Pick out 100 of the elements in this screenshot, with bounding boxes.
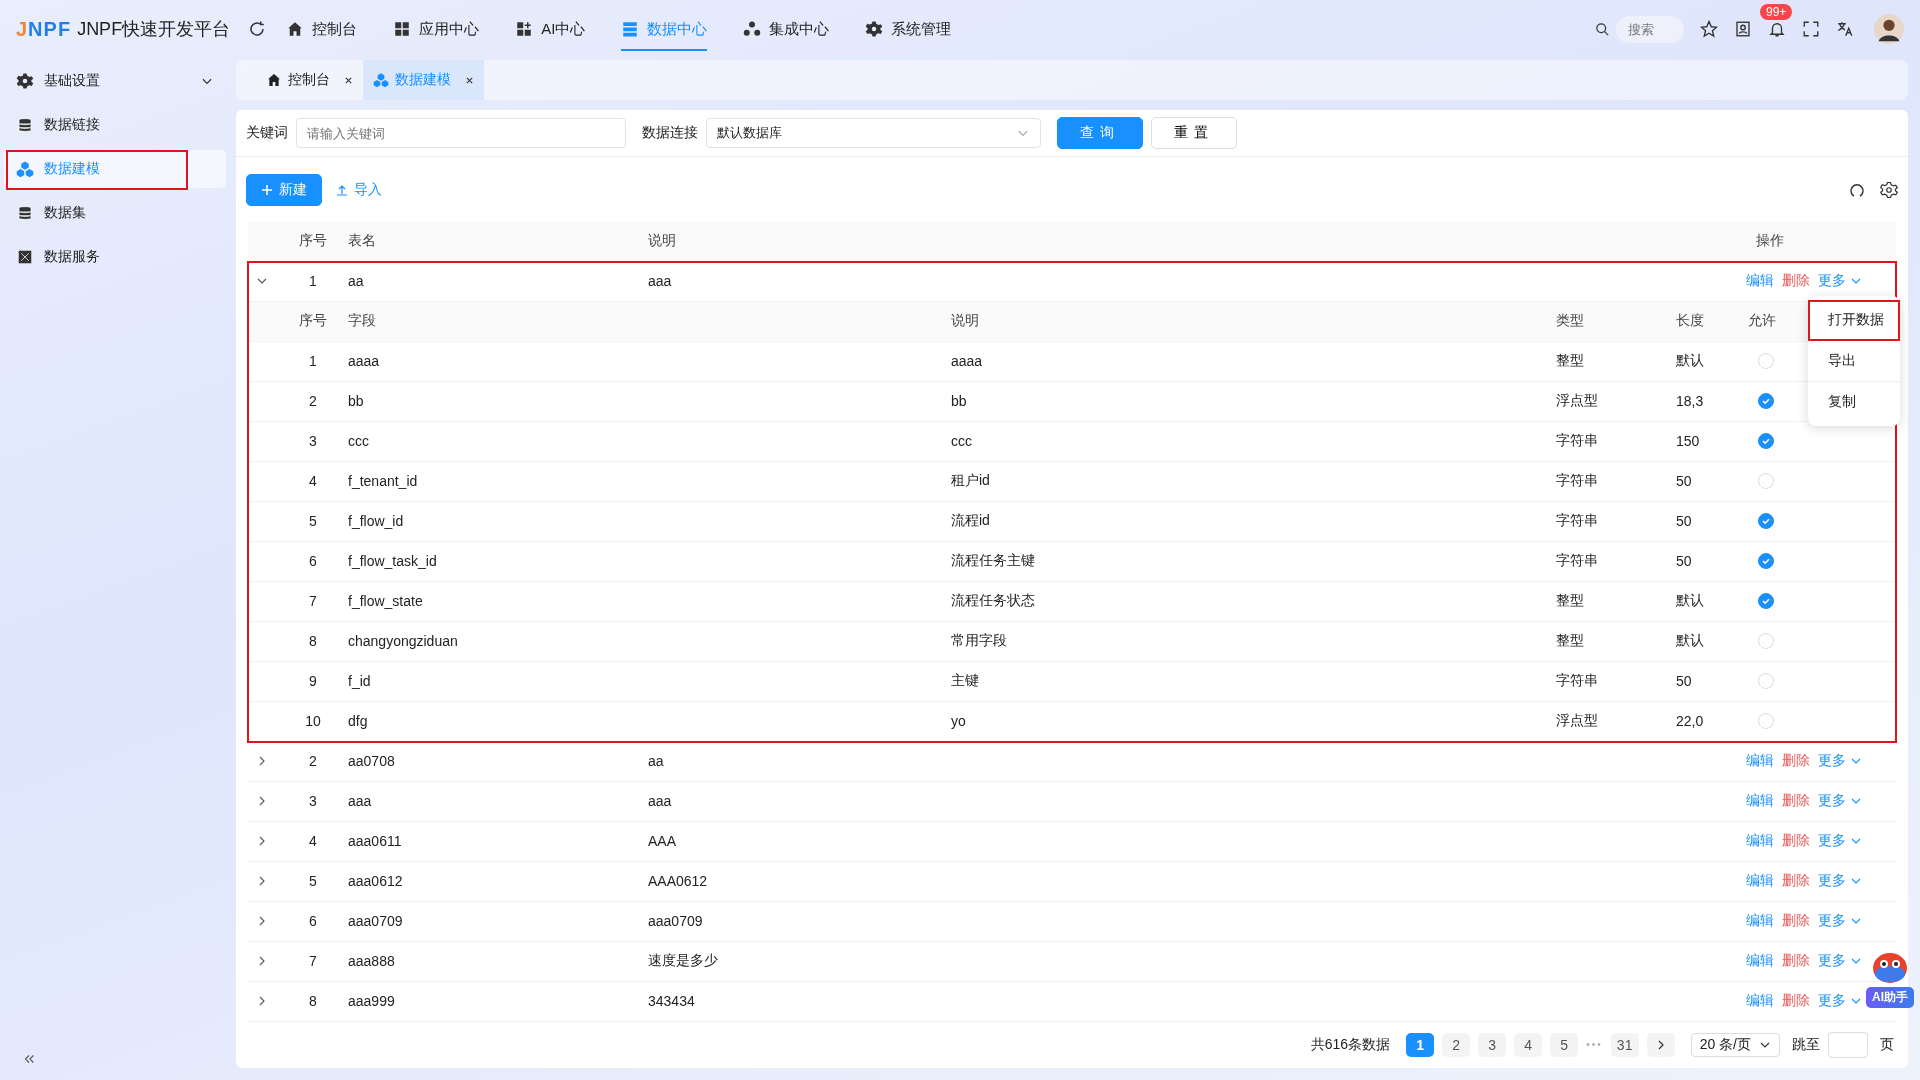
more-link[interactable]: 更多 <box>1818 992 1846 1011</box>
search-field[interactable]: 搜索 <box>1616 15 1684 43</box>
edit-link[interactable]: 编辑 <box>1746 272 1774 291</box>
settings-icon[interactable] <box>1880 180 1898 199</box>
page-button[interactable]: 2 <box>1442 1032 1471 1057</box>
app-title: JNPF快速开发平台 <box>77 18 231 41</box>
table-cell-text: 50 <box>1675 473 1693 490</box>
more-link[interactable]: 更多 <box>1818 752 1846 771</box>
page-button[interactable]: 4 <box>1514 1032 1543 1057</box>
table-cell-text: 流程任务主键 <box>950 552 1036 571</box>
table-cell-text: f_flow_id <box>347 513 405 530</box>
sidebar-item[interactable]: 数据集 <box>4 194 226 232</box>
table-cell-text: 6 <box>308 913 318 930</box>
edit-link[interactable]: 编辑 <box>1746 952 1774 971</box>
page-ellipsis[interactable]: ••• <box>1586 1039 1603 1051</box>
keyword-field[interactable]: 请输入关键词 <box>296 118 626 149</box>
checkbox[interactable] <box>1758 553 1774 570</box>
close-icon[interactable] <box>344 75 353 85</box>
sidebar-item[interactable]: 数据建模 <box>4 150 226 188</box>
more-link[interactable]: 更多 <box>1818 792 1846 811</box>
nav-tab[interactable]: 控制台 <box>286 7 358 51</box>
table-cell-text: 8 <box>308 993 318 1010</box>
table-cell-text: aaaa <box>950 353 984 370</box>
reset-button[interactable]: 重置 <box>1151 117 1237 150</box>
checkbox[interactable] <box>1758 393 1774 410</box>
sidebar-item[interactable]: 基础设置 <box>4 62 226 100</box>
page-button[interactable]: 1 <box>1406 1032 1435 1057</box>
sidebar-item[interactable]: 数据服务 <box>4 238 226 276</box>
edit-link[interactable]: 编辑 <box>1746 872 1774 891</box>
avatar[interactable] <box>1874 14 1904 44</box>
table-cell-text: aa <box>647 753 665 770</box>
delete-link[interactable]: 删除 <box>1782 272 1810 291</box>
menu-item[interactable]: 导出 <box>1808 341 1900 382</box>
more-link[interactable]: 更多 <box>1818 912 1846 931</box>
table-cell-text: 4 <box>308 833 318 850</box>
table-cell-text: 6 <box>308 553 318 570</box>
edit-link[interactable]: 编辑 <box>1746 832 1774 851</box>
nav-tab[interactable]: 数据中心 <box>621 7 708 51</box>
more-link[interactable]: 更多 <box>1818 832 1846 851</box>
fullscreen-icon[interactable] <box>1802 20 1820 38</box>
delete-link[interactable]: 删除 <box>1782 792 1810 811</box>
nav-tab[interactable]: 系统管理 <box>865 7 952 51</box>
plus-icon <box>261 183 273 196</box>
delete-link[interactable]: 删除 <box>1782 832 1810 851</box>
database-icon <box>16 116 34 134</box>
checkbox[interactable] <box>1758 513 1774 530</box>
more-link[interactable]: 更多 <box>1818 872 1846 891</box>
table-cell-text: 速度是多少 <box>647 952 719 971</box>
query-button[interactable]: 查询 <box>1057 117 1143 150</box>
star-icon[interactable] <box>1700 20 1718 38</box>
hub-icon <box>743 20 762 38</box>
collapse-icon[interactable] <box>22 1052 36 1066</box>
more-link[interactable]: 更多 <box>1818 952 1846 971</box>
table-cell-text: 整型 <box>1555 352 1585 371</box>
page-button[interactable]: 3 <box>1478 1032 1507 1057</box>
checkbox[interactable] <box>1758 433 1774 450</box>
service-icon <box>16 248 34 266</box>
nav-tab[interactable]: 应用中心 <box>393 7 480 51</box>
import-link[interactable]: 导入 <box>336 180 382 199</box>
translate-icon[interactable] <box>1836 20 1854 38</box>
table-cell-text: aa <box>347 273 365 290</box>
nav-tab[interactable]: AI中心 <box>515 7 586 51</box>
page-tab[interactable]: 控制台 <box>256 60 363 100</box>
cubes-icon <box>16 160 34 178</box>
edit-link[interactable]: 编辑 <box>1746 792 1774 811</box>
edit-link[interactable]: 编辑 <box>1746 992 1774 1011</box>
page-button[interactable]: 5 <box>1550 1032 1579 1057</box>
grid-icon <box>393 20 412 38</box>
page-size-select[interactable]: 20 条/页 <box>1690 1032 1780 1057</box>
checkbox[interactable] <box>1758 593 1774 610</box>
more-link[interactable]: 更多 <box>1818 272 1846 291</box>
table-cell-text: aaa <box>647 793 673 810</box>
delete-link[interactable]: 删除 <box>1782 872 1810 891</box>
table-cell-text: 租户id <box>950 472 991 491</box>
table-cell-text: 9 <box>308 673 318 690</box>
nav-tab[interactable]: 集成中心 <box>743 7 830 51</box>
delete-link[interactable]: 删除 <box>1782 952 1810 971</box>
table-cell-text: 字符串 <box>1555 672 1599 691</box>
sidebar-item[interactable]: 数据链接 <box>4 106 226 144</box>
menu-item[interactable]: 打开数据 <box>1808 300 1900 341</box>
bell-icon[interactable] <box>1768 20 1786 38</box>
edit-link[interactable]: 编辑 <box>1746 912 1774 931</box>
refresh-icon[interactable] <box>248 20 267 38</box>
table-cell-text: aaaa <box>347 353 381 370</box>
connection-select[interactable]: 默认数据库 <box>706 118 1041 149</box>
jump-field[interactable] <box>1828 1031 1868 1058</box>
edit-link[interactable]: 编辑 <box>1746 752 1774 771</box>
page-tab[interactable]: 数据建模 <box>363 60 484 100</box>
database-icon <box>16 204 34 222</box>
table-cell-text: aaa <box>347 793 373 810</box>
close-icon[interactable] <box>465 75 474 85</box>
table-cell-text: aaa <box>647 273 673 290</box>
page-button[interactable]: 31 <box>1610 1032 1639 1057</box>
delete-link[interactable]: 删除 <box>1782 912 1810 931</box>
contacts-icon[interactable] <box>1734 20 1752 38</box>
new-button[interactable]: 新建 <box>246 173 322 206</box>
delete-link[interactable]: 删除 <box>1782 752 1810 771</box>
menu-item[interactable]: 复制 <box>1808 382 1900 422</box>
assistant-label[interactable]: AI助手 <box>1866 987 1914 1008</box>
delete-link[interactable]: 删除 <box>1782 992 1810 1011</box>
